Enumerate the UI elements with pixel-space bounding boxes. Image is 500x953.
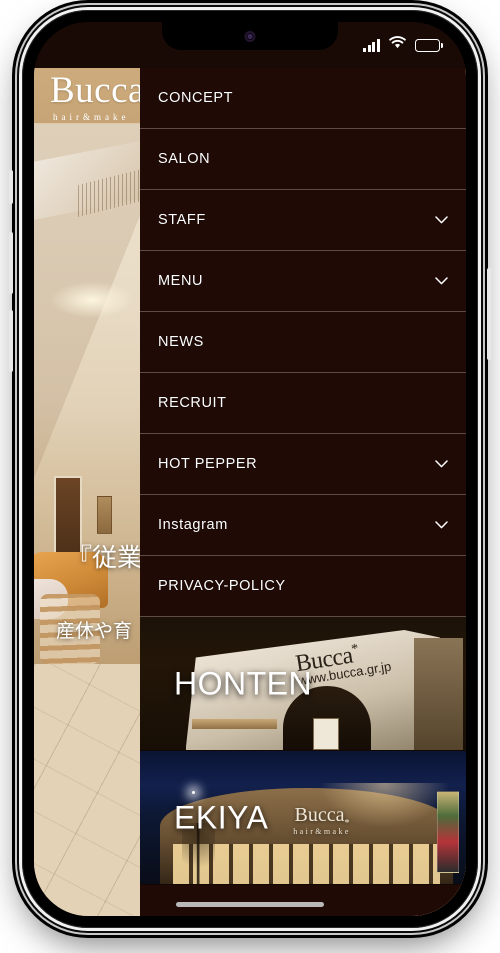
- menu-item-salon[interactable]: SALON: [140, 129, 466, 190]
- menu-item-label: STAFF: [158, 212, 206, 228]
- menu-item-label: HOT PEPPER: [158, 456, 258, 472]
- phone-screen: 『従業 産休や育 Bucca hair&make CONCEPT SALON S…: [34, 22, 466, 916]
- ekiya-sign-sub: hair&make: [293, 827, 351, 837]
- menu-item-label: NEWS: [158, 334, 204, 350]
- navigation-drawer: CONCEPT SALON STAFF MENU NEWS RECRUIT HO…: [140, 68, 466, 916]
- menu-item-label: CONCEPT: [158, 90, 234, 106]
- menu-item-hot-pepper[interactable]: HOT PEPPER: [140, 434, 466, 495]
- menu-item-label: SALON: [158, 151, 211, 167]
- chevron-down-icon[interactable]: [435, 277, 448, 285]
- menu-item-news[interactable]: NEWS: [140, 312, 466, 373]
- front-camera-icon: [244, 31, 256, 42]
- brand-logo[interactable]: Bucca hair&make: [50, 72, 145, 122]
- home-indicator[interactable]: [176, 901, 324, 907]
- shop-label-honten: HONTEN: [174, 665, 313, 701]
- signal-bars-icon: [363, 38, 380, 52]
- power-button[interactable]: [487, 268, 491, 360]
- menu-item-recruit[interactable]: RECRUIT: [140, 373, 466, 434]
- honten-awning: [192, 719, 277, 729]
- ekiya-sign-name: Bucca: [294, 804, 345, 827]
- brand-tagline: hair&make: [53, 112, 130, 122]
- shop-card-ekiya[interactable]: Bucca* hair&make EKIYA: [140, 751, 466, 885]
- wifi-icon: [389, 36, 406, 54]
- menu-item-staff[interactable]: STAFF: [140, 190, 466, 251]
- battery-icon: [415, 38, 443, 52]
- honten-building-side: [413, 638, 463, 750]
- wall-art: [97, 496, 112, 534]
- menu-item-label: MENU: [158, 273, 204, 289]
- mute-switch[interactable]: [9, 170, 13, 204]
- menu-item-label: Instagram: [158, 517, 228, 533]
- menu-item-label: PRIVACY-POLICY: [158, 578, 286, 594]
- honten-sign-mark: *: [350, 641, 360, 657]
- menu-item-privacy-policy[interactable]: PRIVACY-POLICY: [140, 556, 466, 617]
- menu-item-instagram[interactable]: Instagram: [140, 495, 466, 556]
- shop-card-honten[interactable]: Bucca* www.bucca.gr.jp HONTEN: [140, 617, 466, 751]
- hero-headline: 『従業: [67, 543, 143, 572]
- menu-item-label: RECRUIT: [158, 395, 227, 411]
- volume-up-button[interactable]: [9, 232, 13, 294]
- hero-subline: 産休や育: [56, 620, 133, 642]
- phone-frame: 『従業 産休や育 Bucca hair&make CONCEPT SALON S…: [9, 10, 491, 928]
- menu-item-menu[interactable]: MENU: [140, 251, 466, 312]
- menu-item-concept[interactable]: CONCEPT: [140, 68, 466, 129]
- shop-label-ekiya: EKIYA: [174, 799, 269, 835]
- volume-down-button[interactable]: [9, 310, 13, 372]
- website-page: 『従業 産休や育 Bucca hair&make CONCEPT SALON S…: [34, 22, 466, 916]
- chevron-down-icon[interactable]: [435, 460, 448, 468]
- chevron-down-icon[interactable]: [435, 216, 448, 224]
- ekiya-street-sign: [436, 790, 460, 874]
- brand-name: Bucca: [50, 70, 145, 111]
- honten-door: [312, 718, 339, 750]
- chevron-down-icon[interactable]: [435, 521, 448, 529]
- ekiya-light-flare: [192, 790, 196, 794]
- ekiya-signage: Bucca* hair&make: [293, 804, 351, 836]
